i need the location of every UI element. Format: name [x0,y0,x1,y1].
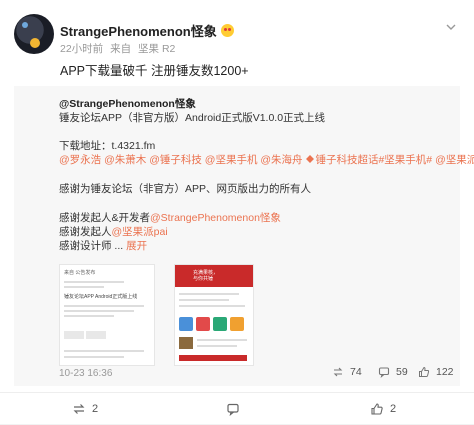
initiator-prefix: 感谢发起人&开发者 [59,212,151,224]
action-toolbar: 2 2 [0,392,474,424]
emoji-badge-icon [220,23,234,37]
download-label: 下载地址： [59,140,112,152]
mention-link[interactable]: @坚果手机 [205,154,258,166]
initiator-line: 感谢发起人&开发者@StrangePhenomenon怪象 [59,210,281,225]
comment-icon [378,367,390,378]
username[interactable]: StrangePhenomenon怪象 [60,21,217,40]
repost-count: 2 [92,403,99,415]
repost-button[interactable]: 2 [72,393,98,425]
sponsor-prefix: 感谢发起人 [59,226,112,238]
mention-link[interactable]: @朱海舟 [260,154,302,166]
designer-prefix: 感谢设计师 ... [59,240,124,252]
post-time[interactable]: 22小时前 [60,43,103,55]
like-icon [371,403,383,415]
quoted-repost-count[interactable]: 74 [332,366,362,378]
source-device: 坚果 R2 [138,43,176,55]
repost-icon [333,367,343,377]
weibo-post-card: StrangePhenomenon怪象 22小时前 来自 坚果 R2 APP下载… [0,0,474,424]
sponsor-line: 感谢发起人@坚果派pai [59,224,168,239]
comment-button[interactable] [226,393,246,425]
thanks-line: 感谢为锤友论坛（非官方）APP、网页版出力的所有人 [59,183,312,195]
designer-line: 感谢设计师 ... 展开 [59,238,147,253]
quoted-comment-count[interactable]: 59 [378,366,408,378]
chevron-down-icon[interactable] [444,20,458,34]
hashtag-link[interactable]: #坚果手机# [378,154,432,166]
avatar[interactable] [14,14,54,54]
mention-link[interactable]: @罗永浩 [59,154,101,166]
source-prefix: 来自 [110,43,132,55]
username-row: StrangePhenomenon怪象 [60,21,234,39]
image1-header: 来自 公告发布 [64,270,96,276]
quoted-time[interactable]: 10-23 16:36 [59,368,112,379]
image1-title: 锤友论坛APP Android正式版上线 [64,294,138,300]
image2-banner: 充满果核， 与你共锤 [193,270,219,282]
sponsor-link[interactable]: @坚果派pai [112,226,168,238]
expand-link[interactable]: 展开 [126,240,147,252]
repost-icon [73,404,85,414]
post-image-2[interactable]: 充满果核， 与你共锤 [174,264,254,366]
quoted-post[interactable]: @StrangePhenomenon怪象 锤友论坛APP（非官方版）Androi… [14,86,474,386]
mention-link[interactable]: @朱萧木 [104,154,146,166]
post-text: APP下载量破千 注册锤友数1200+ [60,64,249,78]
quoted-author[interactable]: @StrangePhenomenon怪象 [59,96,196,111]
like-count: 2 [390,403,397,415]
mention-link[interactable]: @锤子科技 [149,154,202,166]
download-line: 下载地址：t.4321.fm [59,138,155,153]
download-link[interactable]: t.4321.fm [112,140,156,152]
post-meta: 22小时前 来自 坚果 R2 [60,41,179,56]
comment-icon [227,403,239,416]
quoted-title: 锤友论坛APP（非官方版）Android正式版V1.0.0正式上线 [59,112,326,124]
mentions-line: @罗永浩 @朱萧木 @锤子科技 @坚果手机 @朱海舟 锤子科技超话#坚果手机# … [59,152,474,167]
mention-link[interactable]: @坚果派pai [435,154,474,166]
post-image-1[interactable]: 来自 公告发布 锤友论坛APP Android正式版上线 [59,264,155,366]
quoted-like-count[interactable]: 122 [418,366,454,378]
like-icon [419,366,430,377]
supertopic-link[interactable]: 锤子科技超话 [305,154,378,166]
like-button[interactable]: 2 [370,393,396,425]
initiator-link[interactable]: @StrangePhenomenon怪象 [150,212,281,224]
